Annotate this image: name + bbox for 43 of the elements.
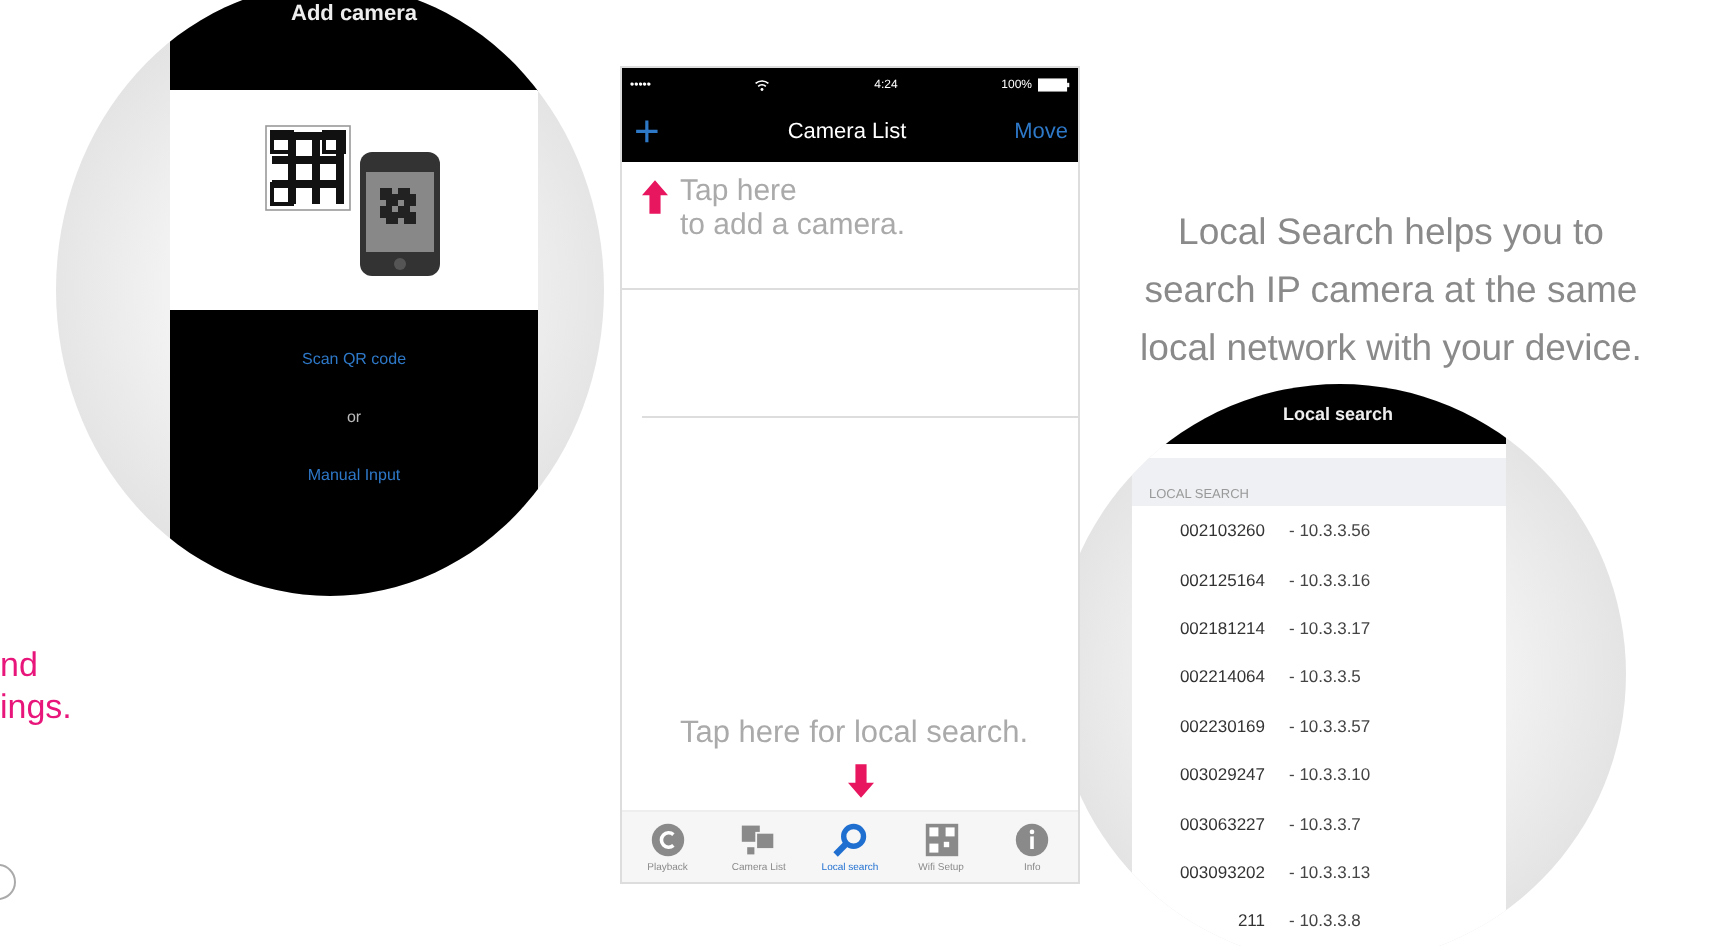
option-link[interactable]: Manual Input xyxy=(307,466,401,484)
device-ip[interactable]: - 10.3.3.10 xyxy=(1289,764,1371,785)
device-id[interactable]: 002103260 xyxy=(1149,520,1289,541)
battery-icon xyxy=(1038,78,1070,92)
description-text: local network with your device. xyxy=(1140,324,1642,372)
hint-text: Tap here for local search. xyxy=(679,716,1029,752)
up-arrow-icon xyxy=(642,180,668,214)
screen-title: Local search xyxy=(1282,404,1394,424)
info-icon xyxy=(1014,821,1051,857)
hint-text: to add a camera. xyxy=(680,208,906,242)
caption-text: nd xyxy=(0,644,38,686)
device-id[interactable]: 002230169 xyxy=(1149,715,1289,736)
caption-text: ings. xyxy=(0,686,72,728)
device-ip[interactable]: - 10.3.3.57 xyxy=(1289,715,1371,736)
device-ip[interactable]: - 10.3.3.8 xyxy=(1289,910,1361,931)
description-text: search IP camera at the same xyxy=(1144,266,1638,314)
device-id[interactable]: 003093202 xyxy=(1149,861,1289,882)
device-id[interactable]: 002214064 xyxy=(1149,666,1289,687)
screen-title: Camera List xyxy=(787,120,907,144)
device-ip[interactable]: - 10.3.3.7 xyxy=(1289,813,1361,834)
description-text: Local Search helps you to xyxy=(1178,208,1604,256)
device-id[interactable]: 211 xyxy=(1149,910,1289,931)
move-button[interactable]: Move xyxy=(1014,120,1068,144)
search-icon xyxy=(831,821,868,857)
device-id[interactable]: 003063227 xyxy=(1149,813,1289,834)
device-ip[interactable]: - 10.3.3.16 xyxy=(1289,569,1371,590)
device-ip[interactable]: - 10.3.3.5 xyxy=(1289,666,1361,687)
device-id[interactable]: 002181214 xyxy=(1149,617,1289,638)
monitors-icon xyxy=(740,821,777,857)
device-ip[interactable]: - 10.3.3.56 xyxy=(1289,520,1371,541)
down-arrow-icon xyxy=(847,764,873,798)
screen-title: Add camera xyxy=(291,2,417,26)
add-button[interactable]: + xyxy=(634,110,660,154)
qr-code-icon xyxy=(923,821,960,857)
hint-text: Tap here xyxy=(680,174,797,208)
separator-text: or xyxy=(346,408,362,426)
playback-icon xyxy=(649,821,686,857)
device-id[interactable]: 002125164 xyxy=(1149,569,1289,590)
wifi-icon xyxy=(754,78,771,92)
option-link[interactable]: Scan QR code xyxy=(301,350,407,368)
device-ip[interactable]: - 10.3.3.17 xyxy=(1289,617,1371,638)
device-ip[interactable]: - 10.3.3.13 xyxy=(1289,861,1371,882)
device-id[interactable]: 003029247 xyxy=(1149,764,1289,785)
